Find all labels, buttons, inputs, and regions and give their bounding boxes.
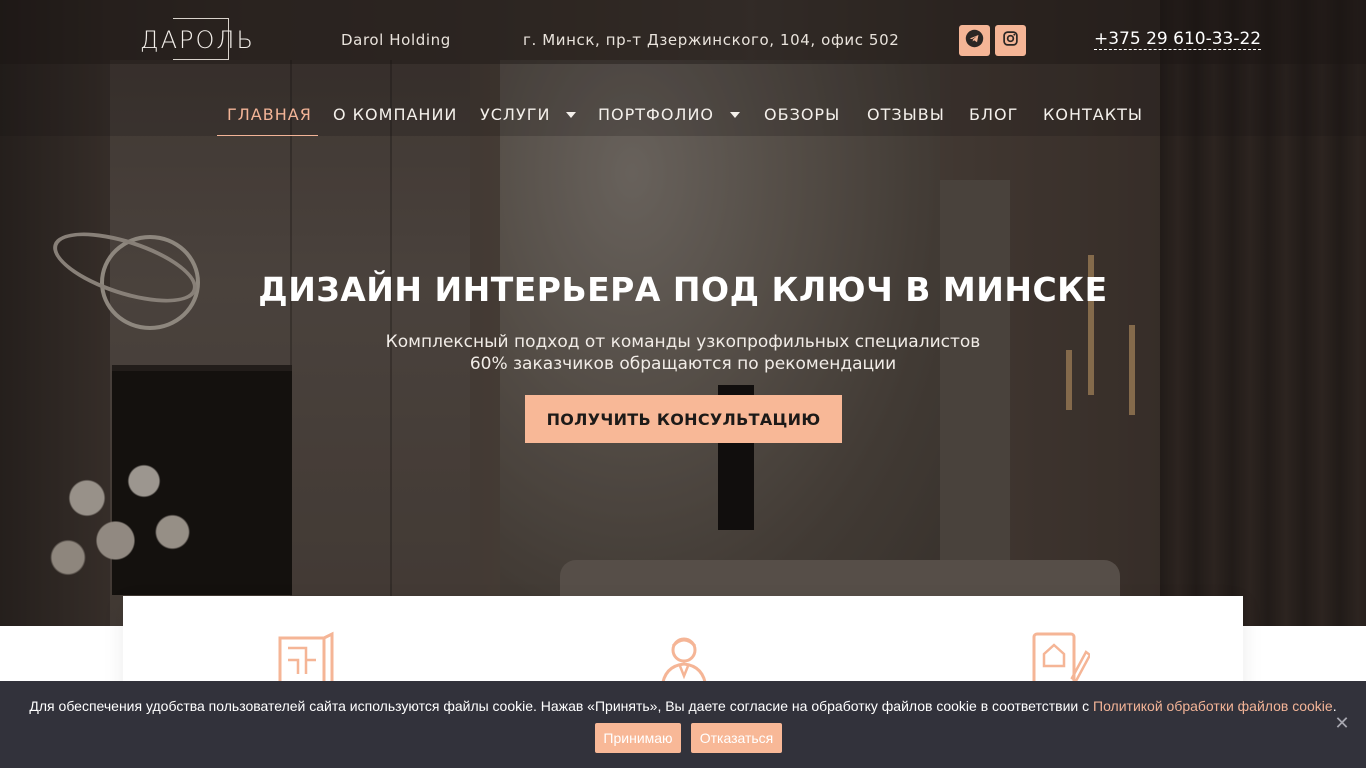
decline-cookies-button[interactable]: Отказаться	[691, 723, 782, 753]
telegram-icon	[965, 29, 984, 52]
hero-title: ДИЗАЙН ИНТЕРЬЕРА ПОД КЛЮЧ В МИНСКЕ	[258, 270, 1108, 309]
phone-link[interactable]: +375 29 610-33-22	[1094, 29, 1262, 50]
accept-cookies-button[interactable]: Принимаю	[595, 723, 681, 753]
nav-contacts[interactable]: КОНТАКТЫ	[1043, 105, 1143, 124]
address: г. Минск, пр-т Дзержинского, 104, офис 5…	[523, 31, 900, 49]
cookie-banner	[0, 681, 1366, 768]
instagram-button[interactable]	[995, 25, 1026, 56]
nav-testimonials[interactable]: ОТЗЫВЫ	[867, 105, 945, 124]
nav-reviews[interactable]: ОБЗОРЫ	[764, 105, 840, 124]
close-icon[interactable]: ✕	[1333, 715, 1351, 733]
nav-portfolio[interactable]: ПОРТФОЛИО	[598, 105, 741, 124]
get-consultation-button[interactable]: ПОЛУЧИТЬ КОНСУЛЬТАЦИЮ	[525, 395, 842, 443]
caret-down-icon	[730, 111, 741, 118]
instagram-icon	[1002, 30, 1019, 51]
page: ДАРОЛЬ Darol Holding г. Минск, пр-т Дзер…	[0, 0, 1366, 768]
hero-subtitle-line2: 60% заказчиков обращаются по рекомендаци…	[469, 354, 897, 374]
cookie-text: Для обеспечения удобства пользователей с…	[29, 698, 1337, 714]
logo[interactable]: ДАРОЛЬ	[140, 19, 255, 60]
hero-subtitle-line1: Комплексный подход от команды узкопрофил…	[385, 332, 981, 352]
nav-about[interactable]: О КОМПАНИИ	[333, 105, 457, 124]
nav-active-underline	[217, 135, 318, 136]
cookie-policy-link[interactable]: Политикой обработки файлов cookie	[1093, 698, 1333, 714]
nav-home[interactable]: ГЛАВНАЯ	[227, 105, 312, 124]
caret-down-icon	[566, 111, 577, 118]
main-nav	[0, 64, 1366, 136]
logo-text: ДАРОЛЬ	[140, 25, 255, 54]
nav-blog[interactable]: БЛОГ	[969, 105, 1018, 124]
nav-services[interactable]: УСЛУГИ	[480, 105, 577, 124]
company-name: Darol Holding	[341, 31, 451, 49]
telegram-button[interactable]	[959, 25, 990, 56]
